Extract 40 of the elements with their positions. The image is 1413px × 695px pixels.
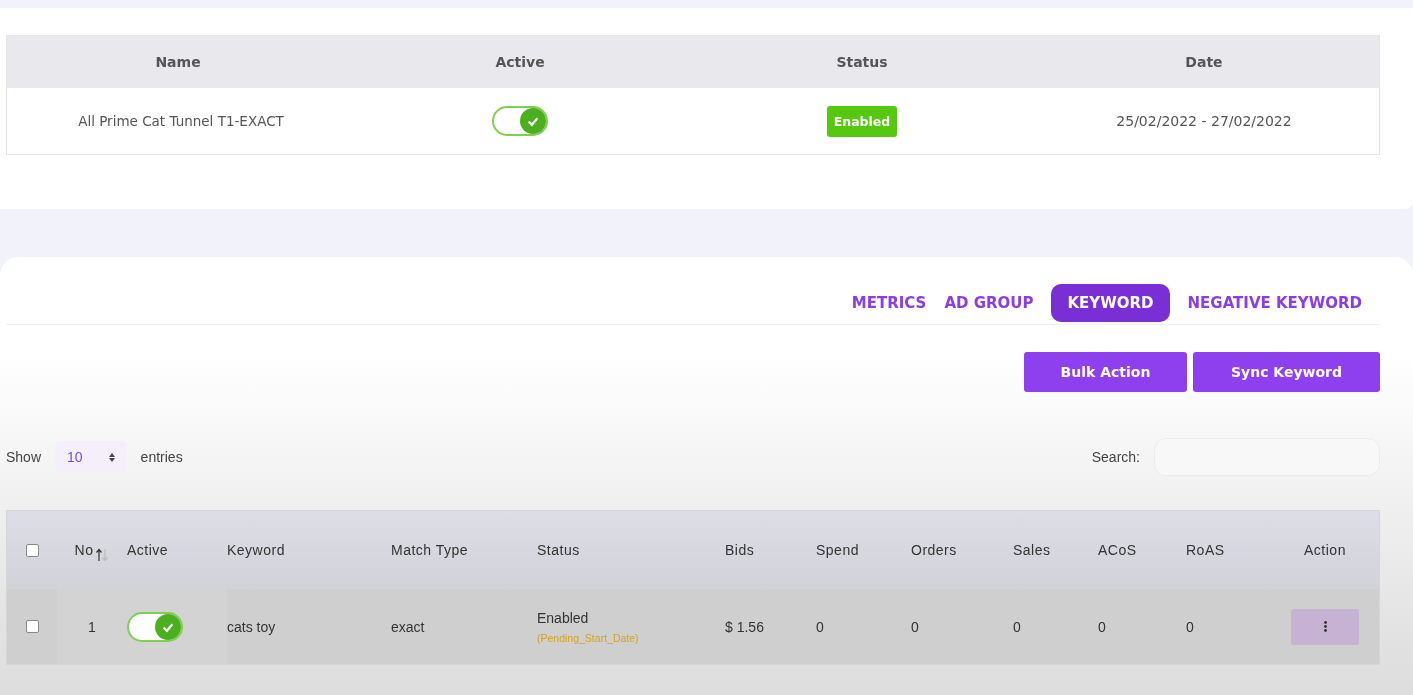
column-header: Date (1184, 54, 1224, 70)
table-cell-text: 25/02/2022 - 27/02/2022 (1115, 113, 1293, 129)
column-header: Sales (1013, 542, 1051, 558)
column-header: Keyword (227, 542, 285, 558)
tab[interactable]: AD GROUP (944, 284, 1034, 322)
column-header: Active (127, 542, 169, 558)
column-header: Name (154, 54, 202, 70)
table-cell-text: 0 (1098, 618, 1107, 635)
status-note: (Pending_Start_Date) (537, 631, 639, 644)
column-header: Orders (911, 542, 957, 558)
column-header: Active (494, 54, 546, 70)
table-cell-text: exact (391, 618, 426, 635)
table-cell-text: 0 (1013, 618, 1022, 635)
show-label: Show (6, 449, 42, 465)
table-cell-text: 0 (816, 618, 825, 635)
status-text: Enabled (537, 609, 589, 626)
column-header: Status (835, 54, 889, 70)
table-cell-text: 0 (911, 618, 920, 635)
action-button[interactable]: Bulk Action (1024, 352, 1187, 392)
entries-select[interactable]: 10 (55, 441, 127, 473)
column-header: Action (1304, 542, 1346, 558)
column-header: Match Type (391, 542, 469, 558)
column-header: Bids (725, 542, 755, 558)
column-header: ACoS (1098, 542, 1137, 558)
action-button[interactable]: Sync Keyword (1193, 352, 1380, 392)
column-header: Status (537, 542, 580, 558)
table-cell: 1 (57, 589, 127, 664)
entries-label: entries (140, 449, 183, 465)
table-cell-text: 0 (1186, 618, 1195, 635)
search-label: Search: (1091, 449, 1140, 465)
table-cell-text: cats toy (227, 618, 277, 635)
column-header: No (74, 542, 94, 558)
tab[interactable]: KEYWORD (1051, 284, 1170, 322)
table-cell-text: All Prime Cat Tunnel T1-EXACT (77, 113, 285, 129)
tab[interactable]: METRICS (851, 284, 927, 322)
status-badge: Enabled (826, 105, 898, 137)
column-header: Spend (816, 542, 859, 558)
column-header: RoAS (1186, 542, 1225, 558)
table-cell-text: $ 1.56 (725, 618, 765, 635)
tab[interactable]: NEGATIVE KEYWORD (1187, 284, 1362, 322)
